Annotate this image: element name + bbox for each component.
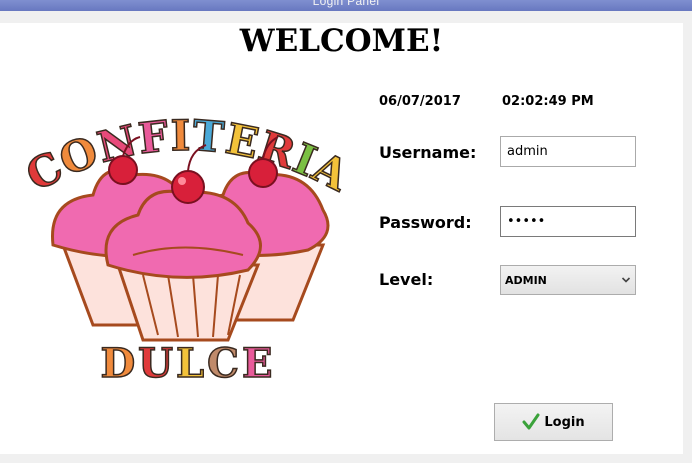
level-label: Level: (379, 270, 434, 289)
level-select[interactable]: ADMIN (500, 265, 636, 295)
welcome-heading: WELCOME! (239, 23, 444, 59)
time-display: 02:02:49 PM (502, 94, 594, 109)
title-bar-gap (0, 11, 692, 23)
checkmark-icon (522, 413, 540, 430)
password-label: Password: (379, 213, 472, 232)
username-label: Username: (379, 143, 477, 162)
logo-bottom-text: DULCE (100, 340, 275, 387)
confiteria-dulce-logo: CONFITERIA DULCE (18, 115, 357, 388)
username-field[interactable] (500, 136, 636, 167)
password-field[interactable] (500, 206, 636, 237)
title-bar: Login Panel (0, 0, 692, 11)
login-button[interactable]: Login (494, 403, 613, 441)
chevron-down-icon (621, 277, 631, 283)
login-button-label: Login (544, 414, 585, 430)
window-title: Login Panel (312, 0, 380, 8)
date-display: 06/07/2017 (379, 94, 461, 109)
level-select-value: ADMIN (505, 274, 547, 287)
